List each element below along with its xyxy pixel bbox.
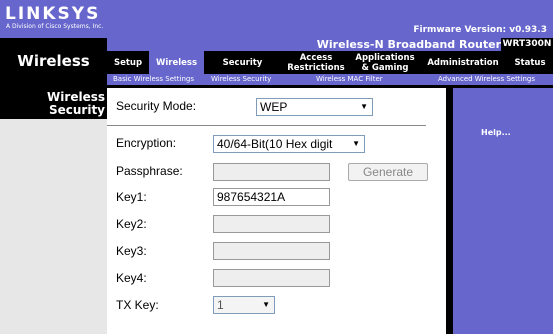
chevron-down-icon: ▼ <box>262 300 270 309</box>
key4-input[interactable] <box>213 269 330 287</box>
help-link[interactable]: Help... <box>481 128 511 137</box>
header-bar: LINKSYS A Division of Cisco Systems, Inc… <box>0 0 553 38</box>
main-tabs: Setup Wireless Security Access Restricti… <box>107 51 553 74</box>
chevron-down-icon: ▼ <box>352 139 360 148</box>
encryption-value: 40/64-Bit(10 Hex digit <box>217 137 333 151</box>
tab-administration[interactable]: Administration <box>419 51 507 74</box>
page-title: Wireless <box>0 38 107 88</box>
subtab-advanced-wireless-settings[interactable]: Advanced Wireless Settings <box>438 74 535 85</box>
key1-label: Key1: <box>116 190 147 204</box>
product-bar: Wireless-N Broadband Router WRT300N <box>107 38 553 51</box>
subtabs-bar: Basic Wireless Settings Wireless Securit… <box>107 74 553 85</box>
tx-key-select[interactable]: 1 ▼ <box>213 296 275 314</box>
tab-setup[interactable]: Setup <box>107 51 149 74</box>
logo-tagline: A Division of Cisco Systems, Inc. <box>6 23 104 30</box>
tab-wireless[interactable]: Wireless <box>149 51 204 74</box>
encryption-select[interactable]: 40/64-Bit(10 Hex digit ▼ <box>213 135 365 153</box>
tab-access-restrictions[interactable]: Access Restrictions <box>281 51 351 74</box>
model-number: WRT300N <box>501 38 553 51</box>
section-heading: Wireless Security <box>0 88 107 119</box>
tab-security[interactable]: Security <box>204 51 281 74</box>
tx-key-label: TX Key: <box>116 298 159 312</box>
linksys-logo: LINKSYS <box>5 4 101 24</box>
divider <box>107 125 426 126</box>
tx-key-value: 1 <box>217 298 224 312</box>
subtab-basic-wireless-settings[interactable]: Basic Wireless Settings <box>113 74 194 85</box>
passphrase-label: Passphrase: <box>116 164 183 178</box>
security-mode-select[interactable]: WEP ▼ <box>256 98 373 116</box>
key2-input[interactable] <box>213 215 330 233</box>
key4-label: Key4: <box>116 271 147 285</box>
security-mode-value: WEP <box>260 100 288 114</box>
chevron-down-icon: ▼ <box>360 102 368 111</box>
tab-status[interactable]: Status <box>507 51 553 74</box>
generate-button[interactable]: Generate <box>348 163 428 181</box>
help-panel: Help... <box>453 88 553 334</box>
tab-applications-gaming[interactable]: Applications & Gaming <box>351 51 419 74</box>
subtab-wireless-mac-filter[interactable]: Wireless MAC Filter <box>316 74 383 85</box>
key2-label: Key2: <box>116 217 147 231</box>
security-mode-label: Security Mode: <box>116 99 197 113</box>
key3-input[interactable] <box>213 242 330 260</box>
passphrase-input[interactable] <box>213 163 330 181</box>
encryption-label: Encryption: <box>116 136 177 150</box>
firmware-version: Firmware Version: v0.93.3 <box>413 25 547 35</box>
key3-label: Key3: <box>116 244 147 258</box>
product-name: Wireless-N Broadband Router <box>316 38 501 51</box>
left-panel <box>0 88 107 334</box>
form-area: Security Mode: WEP ▼ Encryption: 40/64-B… <box>107 88 446 334</box>
key1-input[interactable]: 987654321A <box>213 188 330 206</box>
subtab-wireless-security[interactable]: Wireless Security <box>211 74 271 85</box>
